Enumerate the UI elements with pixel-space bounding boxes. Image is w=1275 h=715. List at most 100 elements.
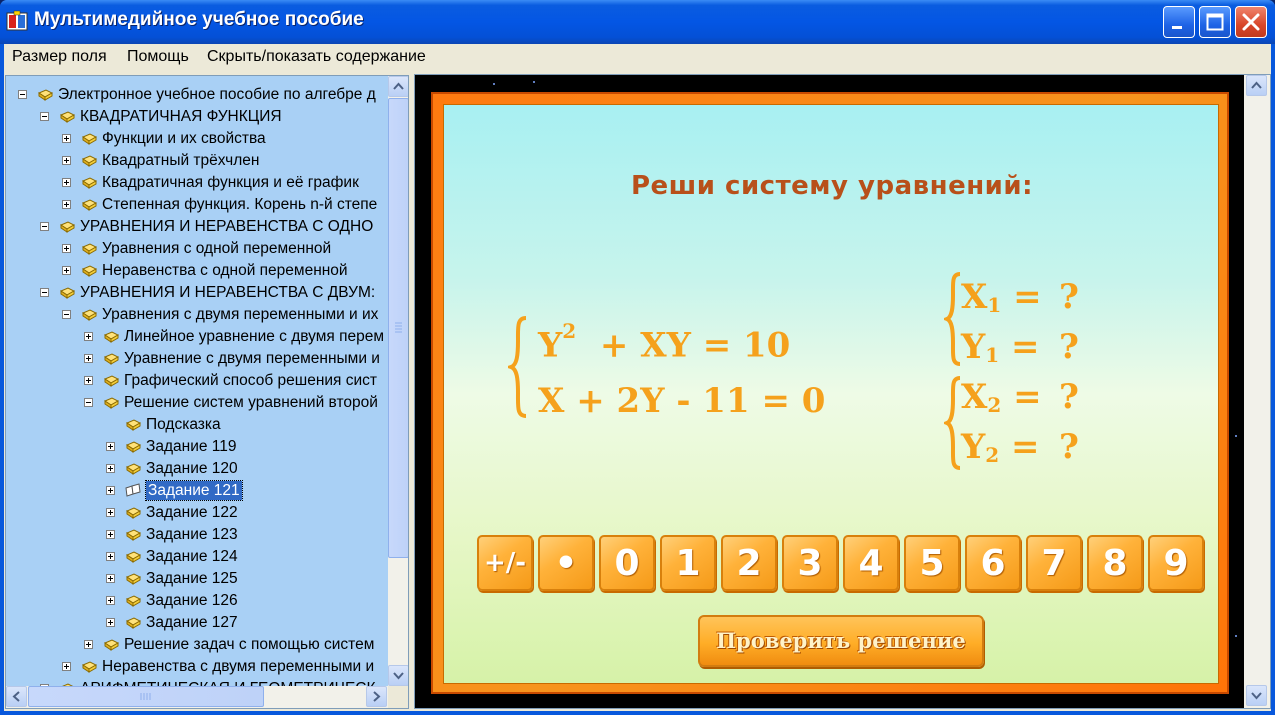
tree-item[interactable]: УРАВНЕНИЯ И НЕРАВЕНСТВА С ОДНО bbox=[6, 216, 388, 238]
tree-item[interactable]: Подсказка bbox=[6, 414, 388, 436]
tree-scroll-right-button[interactable] bbox=[366, 686, 387, 707]
collapse-icon[interactable] bbox=[62, 310, 71, 319]
key-digit-9[interactable]: 9 bbox=[1148, 535, 1204, 591]
key-digit-3[interactable]: 3 bbox=[782, 535, 838, 591]
expand-icon[interactable] bbox=[106, 486, 115, 495]
answer-y1-eq: = bbox=[999, 327, 1040, 367]
tree-item[interactable]: Решение задач с помощью систем bbox=[6, 634, 388, 656]
expand-icon[interactable] bbox=[62, 178, 71, 187]
content-scroll-down-button[interactable] bbox=[1246, 685, 1267, 706]
expand-icon[interactable] bbox=[106, 596, 115, 605]
tree-scroll-down-button[interactable] bbox=[388, 665, 408, 686]
tree-item[interactable]: Степенная функция. Корень n-й степе bbox=[6, 194, 388, 216]
tree-item[interactable]: Задание 125 bbox=[6, 568, 388, 590]
tree-scroll-up-button[interactable] bbox=[388, 76, 408, 97]
tree-item[interactable]: Задание 122 bbox=[6, 502, 388, 524]
key-plus-minus[interactable]: +/- bbox=[477, 535, 533, 591]
tree-item[interactable]: Задание 126 bbox=[6, 590, 388, 612]
menu-help[interactable]: Помощь bbox=[127, 48, 189, 66]
key-decimal-point[interactable]: • bbox=[538, 535, 594, 591]
task-board: Реши систему уравнений: Y2 + XY = 10 X +… bbox=[443, 104, 1219, 684]
expand-icon[interactable] bbox=[62, 156, 71, 165]
tree-item[interactable]: Квадратный трёхчлен bbox=[6, 150, 388, 172]
tree-item[interactable]: Уравнения с двумя переменными и их bbox=[6, 304, 388, 326]
key-digit-6[interactable]: 6 bbox=[965, 535, 1021, 591]
answer-x2: X2 = bbox=[961, 377, 1042, 417]
expand-icon[interactable] bbox=[106, 508, 115, 517]
tree-item[interactable]: Квадратичная функция и её график bbox=[6, 172, 388, 194]
answer-x1-eq: = bbox=[1001, 277, 1042, 317]
tree-item[interactable]: Задание 127 bbox=[6, 612, 388, 634]
tree-item[interactable]: КВАДРАТИЧНАЯ ФУНКЦИЯ bbox=[6, 106, 388, 128]
collapse-icon[interactable] bbox=[40, 222, 49, 231]
expand-icon[interactable] bbox=[106, 618, 115, 627]
expand-icon[interactable] bbox=[62, 662, 71, 671]
minimize-icon bbox=[1172, 26, 1182, 29]
title-bar[interactable]: Мультимедийное учебное пособие bbox=[0, 0, 1275, 44]
expand-icon[interactable] bbox=[84, 332, 93, 341]
tree-item[interactable]: Функции и их свойства bbox=[6, 128, 388, 150]
check-solution-button[interactable]: Проверить решение bbox=[698, 615, 984, 667]
key-label: • bbox=[554, 543, 578, 584]
tree-item[interactable]: УРАВНЕНИЯ И НЕРАВЕНСТВА С ДВУМ: bbox=[6, 282, 388, 304]
collapse-icon[interactable] bbox=[18, 90, 27, 99]
tree-item[interactable]: Графический способ решения сист bbox=[6, 370, 388, 392]
expand-icon[interactable] bbox=[84, 376, 93, 385]
equation-2-right: 11 = 0 bbox=[702, 381, 826, 421]
tree-item[interactable]: Задание 124 bbox=[6, 546, 388, 568]
book-icon bbox=[81, 659, 98, 675]
grip-icon bbox=[395, 322, 402, 333]
tree-scroll-thumb[interactable] bbox=[388, 98, 408, 558]
tree-item[interactable]: Электронное учебное пособие по алгебре д bbox=[6, 84, 388, 106]
collapse-icon[interactable] bbox=[84, 398, 93, 407]
tree-item-label: Задание 127 bbox=[146, 614, 238, 631]
content-vertical-scrollbar[interactable] bbox=[1244, 75, 1270, 708]
answer-y1-sub: 1 bbox=[985, 343, 1000, 367]
tree-hscroll-thumb[interactable] bbox=[28, 686, 264, 707]
minimize-button[interactable] bbox=[1163, 6, 1195, 38]
content-scroll-up-button[interactable] bbox=[1246, 75, 1267, 96]
expand-icon[interactable] bbox=[62, 266, 71, 275]
tree-vertical-scrollbar[interactable] bbox=[388, 76, 408, 686]
answer-y2-value[interactable]: ? bbox=[1059, 427, 1079, 467]
expand-icon[interactable] bbox=[62, 244, 71, 253]
key-digit-4[interactable]: 4 bbox=[843, 535, 899, 591]
expand-icon[interactable] bbox=[106, 552, 115, 561]
tree-scroll-left-button[interactable] bbox=[6, 686, 27, 707]
tree-item[interactable]: Линейное уравнение с двумя перем bbox=[6, 326, 388, 348]
key-digit-5[interactable]: 5 bbox=[904, 535, 960, 591]
tree-item[interactable]: Задание 120 bbox=[6, 458, 388, 480]
expand-icon[interactable] bbox=[62, 134, 71, 143]
menu-toggle-contents[interactable]: Скрыть/показать содержание bbox=[207, 48, 426, 66]
expand-icon[interactable] bbox=[106, 530, 115, 539]
expand-icon[interactable] bbox=[106, 574, 115, 583]
collapse-icon[interactable] bbox=[40, 288, 49, 297]
answer-x2-value[interactable]: ? bbox=[1059, 377, 1079, 417]
maximize-button[interactable] bbox=[1199, 6, 1231, 38]
tree-horizontal-scrollbar[interactable] bbox=[6, 686, 388, 708]
expand-icon[interactable] bbox=[62, 200, 71, 209]
tree-item[interactable]: Неравенства с одной переменной bbox=[6, 260, 388, 282]
close-button[interactable] bbox=[1235, 6, 1267, 38]
answer-x1-value[interactable]: ? bbox=[1059, 277, 1079, 317]
collapse-icon[interactable] bbox=[40, 112, 49, 121]
expand-icon[interactable] bbox=[106, 464, 115, 473]
expand-icon[interactable] bbox=[84, 354, 93, 363]
answer-y1-value[interactable]: ? bbox=[1059, 327, 1079, 367]
tree-item[interactable]: Уравнения с одной переменной bbox=[6, 238, 388, 260]
tree-item[interactable]: Задание 121 bbox=[6, 480, 388, 502]
key-digit-2[interactable]: 2 bbox=[721, 535, 777, 591]
tree-item[interactable]: Неравенства с двумя переменными и bbox=[6, 656, 388, 678]
key-digit-8[interactable]: 8 bbox=[1087, 535, 1143, 591]
tree-item[interactable]: Задание 123 bbox=[6, 524, 388, 546]
tree-item[interactable]: АРИФМЕТИЧЕСКАЯ И ГЕОМЕТРИЧЕСК bbox=[6, 678, 388, 686]
expand-icon[interactable] bbox=[84, 640, 93, 649]
key-digit-7[interactable]: 7 bbox=[1026, 535, 1082, 591]
key-digit-1[interactable]: 1 bbox=[660, 535, 716, 591]
key-digit-0[interactable]: 0 bbox=[599, 535, 655, 591]
tree-item[interactable]: Уравнение с двумя переменными и bbox=[6, 348, 388, 370]
expand-icon[interactable] bbox=[106, 442, 115, 451]
tree-item[interactable]: Решение систем уравнений второй bbox=[6, 392, 388, 414]
menu-field-size[interactable]: Размер поля bbox=[12, 48, 107, 66]
tree-item[interactable]: Задание 119 bbox=[6, 436, 388, 458]
